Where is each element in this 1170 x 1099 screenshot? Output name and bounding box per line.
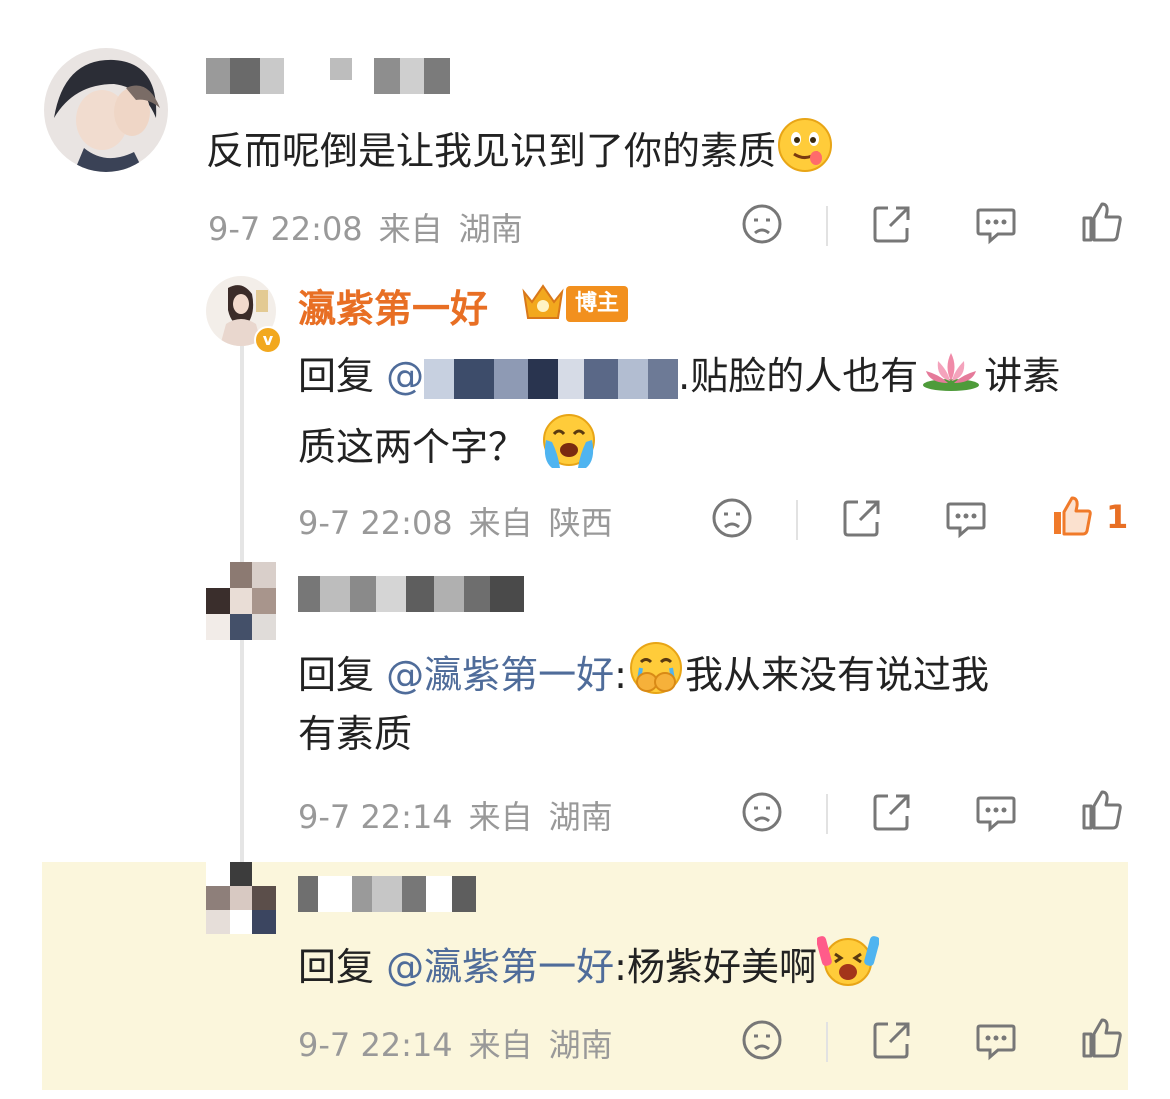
crying-face-emoji <box>538 410 600 489</box>
from-label: 来自 <box>468 798 533 836</box>
drooling-face-emoji <box>776 116 834 191</box>
comment-icon[interactable] <box>944 496 988 540</box>
lotus-emoji <box>918 347 984 410</box>
verified-badge-icon: v <box>254 326 282 354</box>
comment-text: 反而呢倒是让我见识到了你的素质 <box>206 116 834 191</box>
timestamp: 9-7 22:14 <box>298 798 453 836</box>
location: 陕西 <box>548 504 613 542</box>
timestamp: 9-7 22:08 <box>298 504 453 542</box>
like-count: 1 <box>1106 498 1129 536</box>
mention-mosaic <box>424 358 679 399</box>
reply-text-line2: 质这两个字？ <box>298 410 600 489</box>
share-icon[interactable] <box>840 496 884 540</box>
comment-meta: 9-7 22:08 来自 湖南 <box>208 204 523 250</box>
blogger-badge: 博主 <box>566 286 628 322</box>
dislike-face-icon[interactable] <box>740 202 784 246</box>
share-icon[interactable] <box>870 202 914 246</box>
crown-icon <box>518 280 568 326</box>
timestamp: 9-7 22:08 <box>208 210 363 248</box>
share-icon[interactable] <box>870 790 914 834</box>
liked-icon[interactable] <box>1050 494 1094 538</box>
location: 湖南 <box>548 798 613 836</box>
username-mosaic[interactable] <box>298 876 476 912</box>
from-label: 来自 <box>468 1026 533 1064</box>
comment-icon[interactable] <box>974 790 1018 834</box>
username[interactable]: 瀛紫第一好 <box>298 278 488 333</box>
from-label: 来自 <box>378 210 443 248</box>
reply-text: 回复 @瀛紫第一好:杨紫好美啊 <box>298 932 880 1007</box>
timestamp: 9-7 22:14 <box>298 1026 453 1064</box>
cheering-face-emoji <box>816 932 880 1007</box>
divider <box>826 206 828 246</box>
divider <box>796 500 798 540</box>
divider <box>826 794 828 834</box>
comment-icon[interactable] <box>974 202 1018 246</box>
comment-meta: 9-7 22:14 来自 湖南 <box>298 1020 613 1066</box>
username-mosaic[interactable] <box>206 58 450 94</box>
username-mosaic[interactable] <box>298 576 524 612</box>
divider <box>826 1022 828 1062</box>
like-icon[interactable] <box>1080 788 1124 832</box>
dislike-face-icon[interactable] <box>740 1018 784 1062</box>
dislike-face-icon[interactable] <box>740 790 784 834</box>
like-icon[interactable] <box>1080 200 1124 244</box>
comment-meta: 9-7 22:14 来自 湖南 <box>298 792 613 838</box>
share-icon[interactable] <box>870 1018 914 1062</box>
avatar[interactable] <box>44 48 168 172</box>
mention-link[interactable]: @瀛紫第一好 <box>386 945 614 989</box>
reply-text-line2: 有素质 <box>298 712 413 756</box>
avatar[interactable] <box>206 862 276 934</box>
like-icon[interactable] <box>1080 1016 1124 1060</box>
from-label: 来自 <box>468 504 533 542</box>
comment-icon[interactable] <box>974 1018 1018 1062</box>
reply-text-line1: 回复 @ .贴脸的人也有 讲素 <box>298 346 1060 410</box>
mention-link[interactable]: @ <box>386 354 679 399</box>
comment-meta: 9-7 22:08 来自 陕西 <box>298 498 613 544</box>
mention-link[interactable]: @瀛紫第一好 <box>386 653 614 697</box>
location: 湖南 <box>458 210 523 248</box>
dislike-face-icon[interactable] <box>710 496 754 540</box>
location: 湖南 <box>548 1026 613 1064</box>
avatar[interactable] <box>206 562 276 640</box>
crying-covering-mouth-emoji <box>627 640 685 715</box>
